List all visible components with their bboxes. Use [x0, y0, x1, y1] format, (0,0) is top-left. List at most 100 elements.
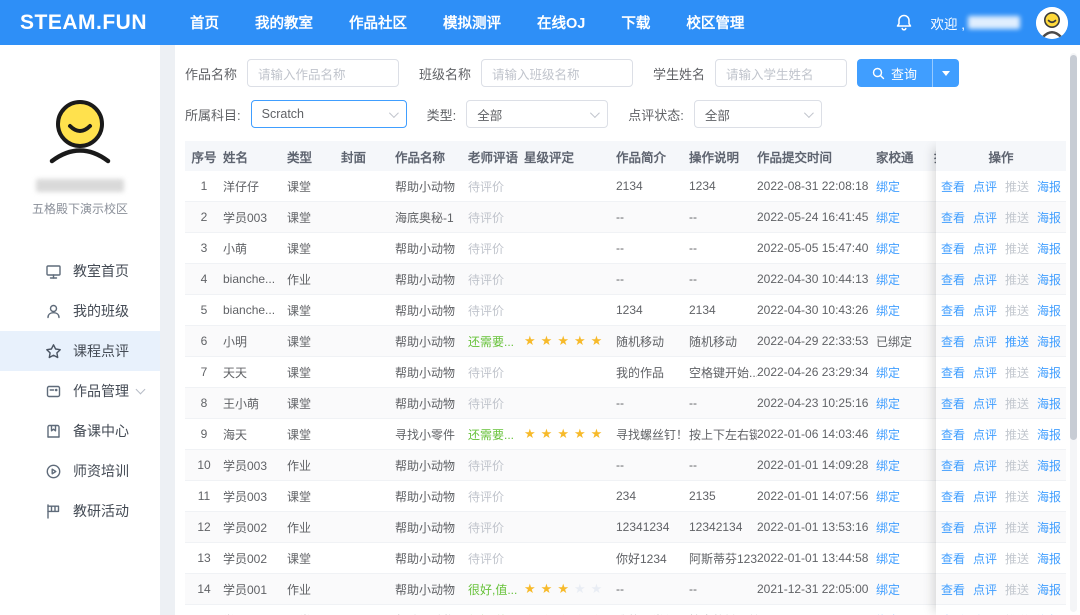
sidebar-item-course-review[interactable]: 课程点评: [0, 331, 160, 371]
poster-link[interactable]: 海报: [1037, 519, 1061, 536]
view-link[interactable]: 查看: [941, 550, 965, 567]
view-link[interactable]: 查看: [941, 426, 965, 443]
view-link[interactable]: 查看: [941, 333, 965, 350]
search-button[interactable]: 查询: [857, 59, 932, 87]
poster-link[interactable]: 海报: [1037, 178, 1061, 195]
review-link[interactable]: 点评: [973, 550, 997, 567]
bind-link[interactable]: 绑定: [876, 459, 900, 473]
review-link[interactable]: 点评: [973, 209, 997, 226]
bind-link[interactable]: 绑定: [876, 552, 900, 566]
view-link[interactable]: 查看: [941, 302, 965, 319]
sidebar-item-teacher-training[interactable]: 师资培训: [0, 451, 160, 491]
poster-link[interactable]: 海报: [1037, 488, 1061, 505]
review-link[interactable]: 点评: [973, 612, 997, 615]
review-status-select[interactable]: 全部: [694, 100, 822, 128]
cell-work-intro: --: [616, 458, 689, 472]
view-link[interactable]: 查看: [941, 271, 965, 288]
view-link[interactable]: 查看: [941, 457, 965, 474]
sidebar-item-classroom-home[interactable]: 教室首页: [0, 251, 160, 291]
poster-link[interactable]: 海报: [1037, 240, 1061, 257]
sidebar-item-research-activities[interactable]: 教研活动: [0, 491, 160, 531]
review-link[interactable]: 点评: [973, 457, 997, 474]
bind-link[interactable]: 绑定: [876, 397, 900, 411]
nav-campus-admin[interactable]: 校区管理: [686, 12, 744, 33]
col-star-rating: 星级评定: [524, 147, 616, 166]
review-link[interactable]: 点评: [973, 364, 997, 381]
view-link[interactable]: 查看: [941, 240, 965, 257]
bind-link[interactable]: 绑定: [876, 583, 900, 597]
search-dropdown-button[interactable]: [932, 59, 959, 87]
view-link[interactable]: 查看: [941, 178, 965, 195]
poster-link[interactable]: 海报: [1037, 581, 1061, 598]
view-link[interactable]: 查看: [941, 395, 965, 412]
bind-link[interactable]: 绑定: [876, 490, 900, 504]
student-name-input[interactable]: 请输入学生姓名: [715, 59, 847, 87]
push-link[interactable]: 推送: [1005, 333, 1029, 350]
poster-link[interactable]: 海报: [1037, 271, 1061, 288]
poster-link[interactable]: 海报: [1037, 302, 1061, 319]
cell-submit-time: 2022-04-29 22:33:53: [757, 334, 876, 348]
review-link[interactable]: 点评: [973, 426, 997, 443]
star-icon: ★: [541, 426, 553, 441]
filter-panel: 作品名称 请输入作品名称 班级名称 请输入班级名称 学生姓名 请输入学生姓名 查…: [175, 45, 1080, 128]
cell-type: 课堂: [287, 364, 341, 381]
work-name-input[interactable]: 请输入作品名称: [247, 59, 399, 87]
vertical-scrollbar[interactable]: [1070, 53, 1077, 612]
review-link[interactable]: 点评: [973, 395, 997, 412]
bind-link[interactable]: 绑定: [876, 366, 900, 380]
subject-select[interactable]: Scratch: [251, 100, 407, 128]
cell-teacher-comment: 待评价: [468, 519, 524, 536]
nav-online-oj[interactable]: 在线OJ: [537, 12, 585, 33]
poster-link[interactable]: 海报: [1037, 426, 1061, 443]
bind-link[interactable]: 绑定: [876, 521, 900, 535]
nav-download[interactable]: 下载: [621, 12, 650, 33]
sidebar-item-lesson-prep-center[interactable]: 备课中心: [0, 411, 160, 451]
nav-home[interactable]: 首页: [190, 12, 219, 33]
bind-link[interactable]: 绑定: [876, 242, 900, 256]
type-select[interactable]: 全部: [466, 100, 608, 128]
star-icon: ★: [557, 581, 569, 596]
poster-link[interactable]: 海报: [1037, 395, 1061, 412]
poster-link[interactable]: 海报: [1037, 457, 1061, 474]
cell-teacher-comment: 待评价: [468, 488, 524, 505]
view-link[interactable]: 查看: [941, 581, 965, 598]
bind-link[interactable]: 绑定: [876, 428, 900, 442]
class-name-input[interactable]: 请输入班级名称: [481, 59, 633, 87]
nav-works-community[interactable]: 作品社区: [349, 12, 407, 33]
cell-work-name: 帮助小动物: [395, 364, 468, 381]
bind-link[interactable]: 绑定: [876, 180, 900, 194]
sidebar-item-my-classes[interactable]: 我的班级: [0, 291, 160, 331]
user-avatar[interactable]: [1036, 7, 1068, 39]
review-link[interactable]: 点评: [973, 240, 997, 257]
cell-teacher-comment: 待评价: [468, 271, 524, 288]
scrollbar-thumb[interactable]: [1070, 55, 1077, 440]
poster-link[interactable]: 海报: [1037, 209, 1061, 226]
poster-link[interactable]: 海报: [1037, 550, 1061, 567]
actions-row: 查看点评推送海报: [936, 202, 1066, 233]
review-link[interactable]: 点评: [973, 488, 997, 505]
view-link[interactable]: 查看: [941, 364, 965, 381]
nav-my-classroom[interactable]: 我的教室: [255, 12, 313, 33]
poster-link[interactable]: 海报: [1037, 612, 1061, 615]
nav-mock-evaluation[interactable]: 模拟测评: [443, 12, 501, 33]
review-link[interactable]: 点评: [973, 333, 997, 350]
bind-link[interactable]: 绑定: [876, 304, 900, 318]
poster-link[interactable]: 海报: [1037, 333, 1061, 350]
review-link[interactable]: 点评: [973, 519, 997, 536]
bell-icon[interactable]: [894, 13, 914, 33]
view-link[interactable]: 查看: [941, 519, 965, 536]
view-link[interactable]: 查看: [941, 488, 965, 505]
cell-work-intro: 随机移动: [616, 333, 689, 350]
review-link[interactable]: 点评: [973, 581, 997, 598]
review-link[interactable]: 点评: [973, 178, 997, 195]
review-link[interactable]: 点评: [973, 302, 997, 319]
bind-link[interactable]: 绑定: [876, 211, 900, 225]
star-icon: ★: [524, 426, 536, 441]
view-link[interactable]: 查看: [941, 209, 965, 226]
review-link[interactable]: 点评: [973, 271, 997, 288]
view-link[interactable]: 查看: [941, 612, 965, 615]
star-icon: ★: [591, 333, 603, 348]
poster-link[interactable]: 海报: [1037, 364, 1061, 381]
sidebar-item-works-management[interactable]: 作品管理: [0, 371, 160, 411]
bind-link[interactable]: 绑定: [876, 273, 900, 287]
